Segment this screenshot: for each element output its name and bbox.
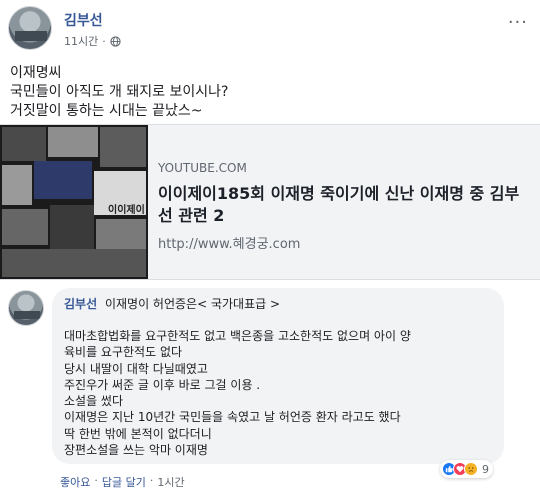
- comment-line: 소설을 썼다: [64, 394, 124, 409]
- comment-headline: 이재명이 허언증은< 국가대표급 >: [104, 297, 281, 311]
- comment: 김부선 이재명이 허언증은< 국가대표급 > 대마초합법화를 요구한적도 없고 …: [8, 288, 532, 464]
- commenter-avatar[interactable]: [8, 290, 44, 326]
- link-url[interactable]: http://www.혜경궁.com: [158, 233, 300, 252]
- post-author-name[interactable]: 김부선: [64, 10, 103, 30]
- comment-line: 딱 한번 밖에 본적이 없다더니: [64, 426, 212, 441]
- link-preview-card[interactable]: 이이제이 YOUTUBE.COM 이이제이185회 이재명 죽이기에 신난 이재…: [0, 124, 540, 280]
- comment-line: 장편소설을 쓰는 악마 이재명: [64, 443, 208, 458]
- link-title[interactable]: 이이제이185회 이재명 죽이기에 신난 이재명 중 김부선 관련 2: [158, 183, 530, 227]
- post-text-line: 국민들이 아직도 개 돼지로 보이시나?: [10, 84, 229, 100]
- post-meta: 11시간 ·: [64, 33, 121, 49]
- comment-line: 육비를 요구한적도 없다: [64, 345, 183, 360]
- comment-line: 대마초합법화를 요구한적도 없고 백은종을 고소한적도 없으며 아이 양: [64, 329, 411, 343]
- action-separator: ·: [149, 474, 154, 487]
- link-source: YOUTUBE.COM: [158, 161, 247, 175]
- globe-icon[interactable]: [110, 35, 121, 47]
- reaction-count: 9: [482, 462, 489, 476]
- like-comment-button[interactable]: 좋아요: [60, 474, 90, 490]
- comment-line: 주진우가 써준 글 이후 바로 그걸 이용 .: [64, 377, 261, 392]
- post-header: 김부선 11시간 · ···: [8, 6, 532, 54]
- author-avatar[interactable]: [8, 6, 52, 50]
- link-thumbnail[interactable]: 이이제이: [0, 125, 148, 279]
- reply-comment-button[interactable]: 답글 달기: [102, 474, 146, 490]
- comment-bubble: 김부선 이재명이 허언증은< 국가대표급 > 대마초합법화를 요구한적도 없고 …: [52, 288, 504, 464]
- more-options-icon[interactable]: ···: [508, 12, 528, 33]
- meta-separator: ·: [102, 34, 106, 48]
- comment-actions: 좋아요 · 답글 달기 · 1시간: [60, 474, 185, 490]
- comment-author-name[interactable]: 김부선: [64, 297, 97, 311]
- comment-body: 대마초합법화를 요구한적도 없고 백은종을 고소한적도 없으며 아이 양 육비를…: [64, 328, 492, 458]
- post-time[interactable]: 11시간: [64, 33, 98, 49]
- thumbnail-caption: 이이제이: [108, 205, 145, 216]
- comment-reactions[interactable]: 9: [440, 460, 493, 478]
- comment-line: 당시 내딸이 대학 다닐때였고: [64, 361, 208, 376]
- comment-time[interactable]: 1시간: [157, 474, 184, 490]
- post-text-line: 이재명씨: [10, 65, 62, 81]
- comment-line: 이재명은 지난 10년간 국민들을 속였고 날 허언증 환자 라고도 했다: [64, 410, 401, 425]
- post-text-line: 거짓말이 통하는 시대는 끝났스~: [10, 103, 203, 119]
- sad-reaction-icon: [464, 462, 478, 476]
- comment-header: 김부선 이재명이 허언증은< 국가대표급 >: [64, 296, 492, 312]
- action-separator: ·: [94, 474, 98, 487]
- post-text: 이재명씨 국민들이 아직도 개 돼지로 보이시나? 거짓말이 통하는 시대는 끝…: [10, 64, 520, 121]
